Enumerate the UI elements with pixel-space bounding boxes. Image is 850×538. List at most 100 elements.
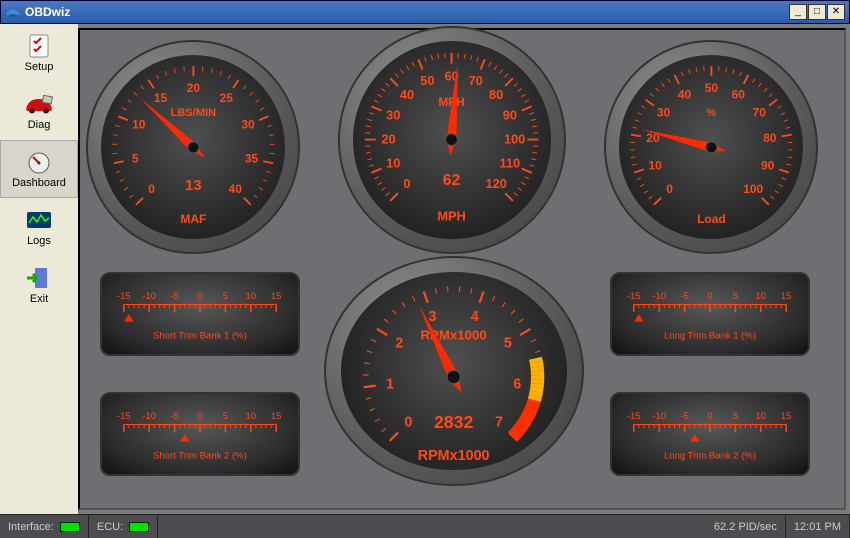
svg-text:10: 10 [755, 411, 766, 422]
gauge-short-trim-2: -15-10-5051015Short Trim Bank 2 (%) [100, 392, 300, 476]
svg-text:-10: -10 [142, 291, 156, 302]
svg-text:0: 0 [707, 291, 712, 302]
svg-text:Long Trim Bank 2 (%): Long Trim Bank 2 (%) [664, 451, 756, 462]
sidebar-item-label: Diag [28, 119, 51, 131]
svg-text:20: 20 [186, 81, 200, 95]
svg-text:0: 0 [707, 411, 712, 422]
svg-text:MAF: MAF [180, 212, 206, 226]
svg-text:0: 0 [405, 414, 413, 430]
gauge-long-trim-1: -15-10-5051015Long Trim Bank 1 (%) [610, 272, 810, 356]
svg-text:Short Trim Bank 1 (%): Short Trim Bank 1 (%) [153, 331, 247, 342]
sidebar-item-label: Exit [30, 293, 48, 305]
svg-text:5: 5 [733, 291, 738, 302]
svg-text:2: 2 [396, 335, 404, 351]
svg-text:120: 120 [486, 177, 507, 192]
svg-text:5: 5 [132, 151, 139, 165]
sidebar-item-dashboard[interactable]: Dashboard [0, 140, 78, 198]
ecu-label: ECU: [97, 521, 123, 533]
svg-text:60: 60 [731, 87, 745, 101]
svg-text:80: 80 [489, 87, 503, 102]
svg-text:100: 100 [743, 182, 763, 196]
svg-text:6: 6 [514, 376, 522, 392]
gauge-maf: 0510152025303540LBS/MIN13MAF [86, 40, 300, 254]
svg-text:15: 15 [153, 91, 167, 105]
svg-text:10: 10 [245, 411, 256, 422]
close-button[interactable]: ✕ [827, 4, 845, 20]
sidebar: Setup Diag Dashboard Logs Exit [0, 24, 78, 514]
svg-text:-15: -15 [627, 291, 641, 302]
setup-icon [23, 33, 55, 59]
svg-text:15: 15 [271, 291, 282, 302]
exit-icon [23, 265, 55, 291]
svg-text:70: 70 [752, 105, 766, 119]
svg-text:-5: -5 [680, 291, 688, 302]
svg-text:40: 40 [677, 87, 691, 101]
svg-text:80: 80 [763, 130, 777, 144]
interface-label: Interface: [8, 521, 54, 533]
svg-text:LBS/MIN: LBS/MIN [170, 107, 216, 119]
svg-text:%: % [706, 107, 716, 119]
gauge-load: 0102030405060708090100%Load [604, 40, 818, 254]
svg-text:10: 10 [387, 156, 401, 171]
svg-text:15: 15 [781, 411, 792, 422]
svg-text:5: 5 [504, 335, 512, 351]
svg-text:0: 0 [404, 177, 411, 192]
svg-text:-10: -10 [142, 411, 156, 422]
logs-icon [23, 207, 55, 233]
svg-text:RPMx1000: RPMx1000 [418, 447, 490, 463]
svg-text:-10: -10 [652, 411, 666, 422]
svg-text:7: 7 [495, 414, 503, 430]
svg-text:35: 35 [244, 151, 258, 165]
svg-text:-5: -5 [680, 411, 688, 422]
sidebar-item-exit[interactable]: Exit [0, 256, 78, 314]
gauge-mph: 0102030405060708090100110120MPH62MPH [338, 26, 566, 254]
minimize-button[interactable]: _ [789, 4, 807, 20]
app-icon [5, 6, 21, 18]
svg-text:0: 0 [197, 291, 202, 302]
interface-led-icon [60, 522, 80, 532]
svg-text:0: 0 [197, 411, 202, 422]
svg-text:90: 90 [503, 108, 517, 123]
status-bar: Interface: ECU: 62.2 PID/sec 12:01 PM [0, 514, 850, 538]
svg-text:62: 62 [443, 172, 461, 189]
svg-text:2832: 2832 [434, 411, 473, 431]
maximize-button[interactable]: □ [808, 4, 826, 20]
svg-text:4: 4 [471, 308, 479, 324]
svg-text:MPH: MPH [438, 209, 466, 224]
svg-text:90: 90 [761, 158, 775, 172]
svg-text:-15: -15 [117, 291, 131, 302]
svg-text:-5: -5 [170, 291, 178, 302]
gauge-rpm: 01234567RPMx10002832RPMx1000 [324, 256, 584, 486]
svg-text:5: 5 [733, 411, 738, 422]
sidebar-item-logs[interactable]: Logs [0, 198, 78, 256]
svg-text:-5: -5 [170, 411, 178, 422]
svg-text:70: 70 [469, 74, 483, 89]
svg-text:40: 40 [400, 87, 414, 102]
window-titlebar: OBDwiz _ □ ✕ [0, 0, 850, 24]
svg-text:10: 10 [132, 117, 146, 131]
ecu-led-icon [129, 522, 149, 532]
sidebar-item-label: Setup [25, 61, 54, 73]
svg-text:0: 0 [666, 182, 673, 196]
svg-text:10: 10 [648, 158, 662, 172]
gauge-long-trim-2: -15 -10 -5 0 5 10 15 Long Trim Bank 2 (%) [610, 392, 810, 476]
svg-text:40: 40 [228, 182, 242, 196]
svg-text:5: 5 [223, 411, 228, 422]
status-interface: Interface: [0, 515, 89, 538]
sidebar-item-setup[interactable]: Setup [0, 24, 78, 82]
gauge-short-trim-1: -15-10-5051015Short Trim Bank 1 (%) [100, 272, 300, 356]
dashboard-icon [23, 149, 55, 175]
svg-text:20: 20 [382, 132, 396, 147]
sidebar-item-diag[interactable]: Diag [0, 82, 78, 140]
svg-text:5: 5 [223, 291, 228, 302]
dashboard-panel: 0510152025303540LBS/MIN13MAF 01020304050… [78, 28, 846, 510]
svg-text:100: 100 [504, 132, 525, 147]
window-title: OBDwiz [25, 5, 788, 19]
svg-text:1: 1 [386, 376, 394, 392]
svg-text:30: 30 [656, 105, 670, 119]
status-ecu: ECU: [89, 515, 158, 538]
svg-text:-15: -15 [627, 411, 641, 422]
svg-text:Short Trim Bank 2 (%): Short Trim Bank 2 (%) [153, 451, 247, 462]
svg-text:-10: -10 [652, 291, 666, 302]
svg-text:30: 30 [241, 117, 255, 131]
